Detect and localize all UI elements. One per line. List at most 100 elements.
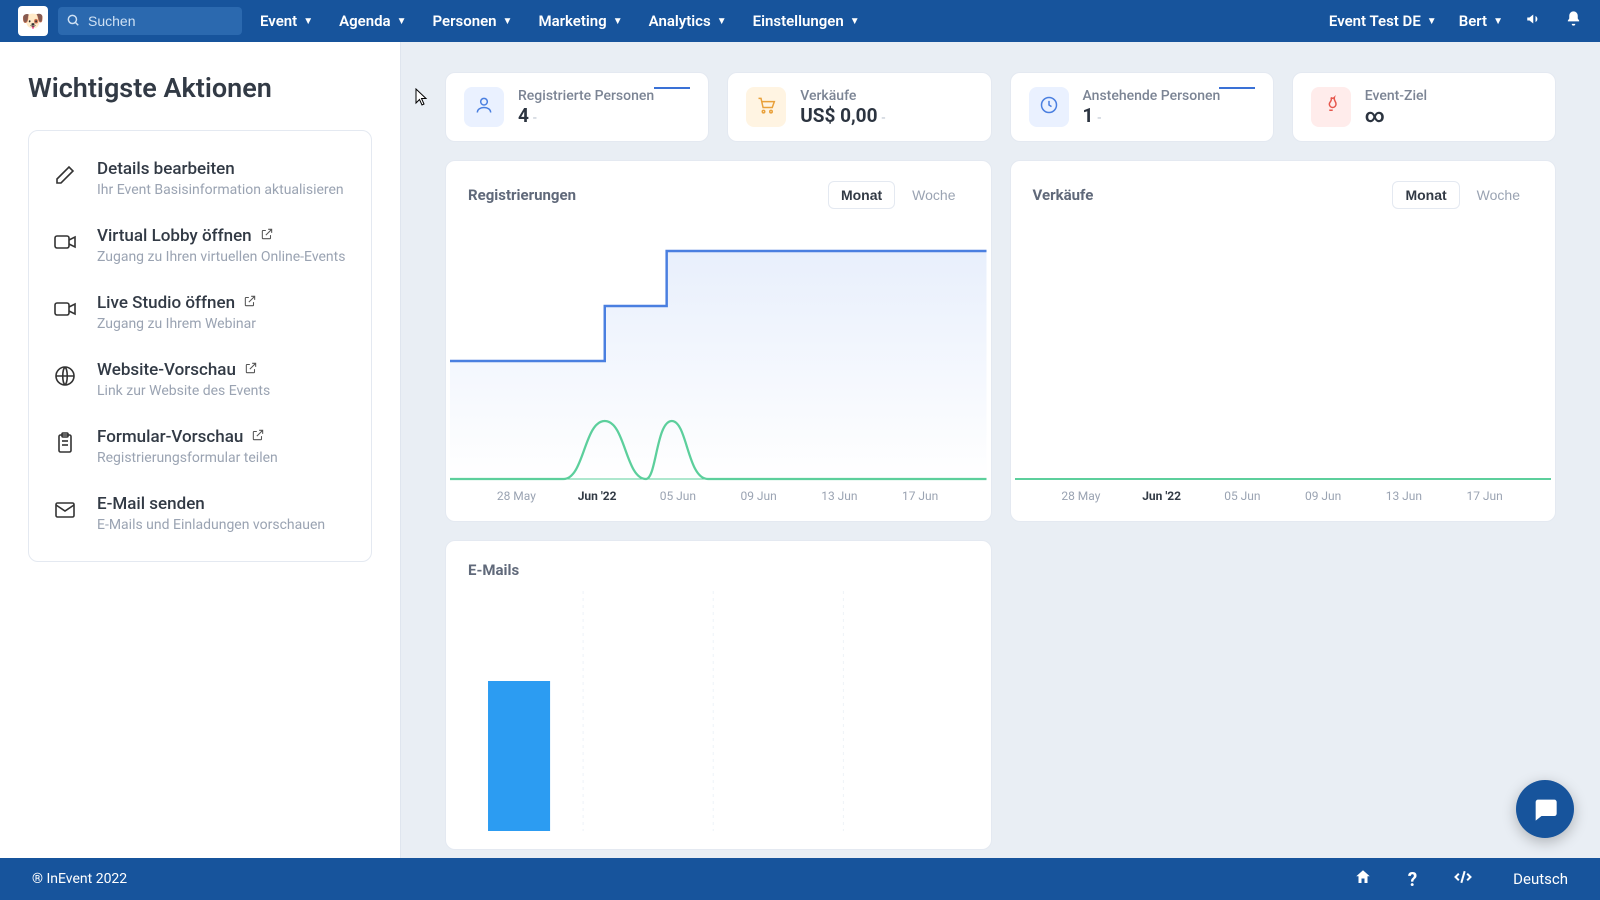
sales-chart-card: Verkäufe Monat Woche 28 MayJun '2205 Jun… (1010, 160, 1557, 522)
stat-body: Registrierte Personen 4- (518, 88, 690, 127)
search-input[interactable] (58, 7, 242, 35)
action-item[interactable]: Virtual Lobby öffnen Zugang zu Ihren vir… (47, 212, 353, 279)
range-toggle: Monat Woche (1392, 181, 1533, 209)
stats-row: Registrierte Personen 4- Verkäufe US$ 0,… (445, 72, 1556, 142)
chevron-down-icon: ▼ (397, 16, 407, 27)
action-text: Virtual Lobby öffnen Zugang zu Ihren vir… (97, 226, 345, 265)
clock-icon (1029, 87, 1069, 127)
xaxis-label: 09 Jun (718, 489, 799, 503)
nav-event[interactable]: Event▼ (260, 12, 313, 30)
topbar: 🐶 Event▼ Agenda▼ Personen▼ Marketing▼ An… (0, 0, 1600, 42)
chart-xaxis: 28 MayJun '2205 Jun09 Jun13 Jun17 Jun (446, 481, 991, 503)
help-icon[interactable]: ? (1408, 868, 1417, 891)
nav-agenda[interactable]: Agenda▼ (339, 12, 406, 30)
chevron-down-icon: ▼ (850, 16, 860, 27)
chevron-down-icon: ▼ (303, 16, 313, 27)
external-link-icon (251, 427, 265, 447)
toggle-week[interactable]: Woche (899, 181, 968, 209)
flame-icon (1311, 87, 1351, 127)
action-item[interactable]: E-Mail senden E-Mails und Einladungen vo… (47, 480, 353, 547)
home-icon[interactable] (1354, 868, 1372, 891)
language-selector[interactable]: Deutsch (1513, 870, 1568, 888)
stat-value: 4- (518, 104, 690, 127)
user-icon (464, 87, 504, 127)
chevron-down-icon: ▼ (613, 16, 623, 27)
topbar-right: Event Test DE▼ Bert▼ (1329, 10, 1582, 33)
stat-label: Verkäufe (800, 88, 972, 104)
main-nav: Event▼ Agenda▼ Personen▼ Marketing▼ Anal… (260, 12, 860, 30)
stat-label: Registrierte Personen (518, 88, 690, 104)
chart-title: Verkäufe (1033, 186, 1094, 204)
action-subtitle: E-Mails und Einladungen vorschauen (97, 517, 325, 533)
registrations-chart-card: Registrierungen Monat Woche 28 MayJun '2… (445, 160, 992, 522)
stat-value: 1- (1083, 104, 1255, 127)
stat-card[interactable]: Registrierte Personen 4- (445, 72, 709, 142)
mail-icon (51, 496, 79, 524)
action-subtitle: Zugang zu Ihren virtuellen Online-Events (97, 249, 345, 265)
actions-card: Details bearbeiten Ihr Event Basisinform… (28, 130, 372, 562)
megaphone-icon[interactable] (1525, 10, 1543, 33)
stat-value: ∞ (1365, 104, 1537, 127)
event-selector[interactable]: Event Test DE▼ (1329, 12, 1437, 30)
chart-body (446, 221, 991, 481)
footer: ® InEvent 2022 ? Deutsch (0, 858, 1600, 900)
toggle-week[interactable]: Woche (1464, 181, 1533, 209)
action-item[interactable]: Live Studio öffnen Zugang zu Ihrem Webin… (47, 279, 353, 346)
main-content: Registrierte Personen 4- Verkäufe US$ 0,… (400, 42, 1600, 858)
chevron-down-icon: ▼ (717, 16, 727, 27)
action-subtitle: Registrierungsformular teilen (97, 450, 278, 466)
action-item[interactable]: Details bearbeiten Ihr Event Basisinform… (47, 145, 353, 212)
nav-marketing[interactable]: Marketing▼ (538, 12, 622, 30)
copyright: ® InEvent 2022 (32, 871, 127, 887)
action-text: Details bearbeiten Ihr Event Basisinform… (97, 159, 344, 198)
charts-row: Registrierungen Monat Woche 28 MayJun '2… (445, 160, 1556, 522)
action-item[interactable]: Website-Vorschau Link zur Website des Ev… (47, 346, 353, 413)
toggle-month[interactable]: Monat (828, 181, 895, 209)
stat-label: Anstehende Personen (1083, 88, 1255, 104)
nav-einstellungen[interactable]: Einstellungen▼ (753, 12, 860, 30)
action-title: Website-Vorschau (97, 360, 270, 380)
action-title: E-Mail senden (97, 494, 325, 514)
action-text: Formular-Vorschau Registrierungsformular… (97, 427, 278, 466)
action-title: Formular-Vorschau (97, 427, 278, 447)
sidebar: Wichtigste Aktionen Details bearbeiten I… (0, 42, 400, 858)
chart-title: Registrierungen (468, 186, 576, 204)
cart-icon (746, 87, 786, 127)
stat-body: Event-Ziel ∞ (1365, 88, 1537, 127)
action-title: Virtual Lobby öffnen (97, 226, 345, 246)
chat-launcher[interactable] (1516, 780, 1574, 838)
stat-card[interactable]: Anstehende Personen 1- (1010, 72, 1274, 142)
action-text: Live Studio öffnen Zugang zu Ihrem Webin… (97, 293, 257, 332)
sparkline (654, 87, 690, 89)
video-icon (51, 228, 79, 256)
video-icon (51, 295, 79, 323)
nav-analytics[interactable]: Analytics▼ (649, 12, 727, 30)
nav-personen[interactable]: Personen▼ (433, 12, 513, 30)
chevron-down-icon: ▼ (1427, 16, 1437, 27)
charts-row-2: E-Mails (445, 540, 1556, 850)
external-link-icon (260, 226, 274, 246)
bell-icon[interactable] (1565, 10, 1582, 32)
stat-label: Event-Ziel (1365, 88, 1537, 104)
chevron-down-icon: ▼ (503, 16, 513, 27)
xaxis-label: 13 Jun (799, 489, 880, 503)
globe-icon (51, 362, 79, 390)
clipboard-icon (51, 429, 79, 457)
action-item[interactable]: Formular-Vorschau Registrierungsformular… (47, 413, 353, 480)
xaxis-label: 05 Jun (1202, 489, 1283, 503)
sidebar-heading: Wichtigste Aktionen (28, 72, 372, 104)
stat-value: US$ 0,00- (800, 104, 972, 127)
xaxis-label: 05 Jun (638, 489, 719, 503)
search-icon (66, 13, 80, 31)
brand-logo[interactable]: 🐶 (18, 6, 48, 36)
footer-icons: ? (1354, 867, 1473, 892)
chevron-down-icon: ▼ (1493, 16, 1503, 27)
code-icon[interactable] (1453, 867, 1473, 892)
range-toggle: Monat Woche (828, 181, 969, 209)
stat-card[interactable]: Verkäufe US$ 0,00- (727, 72, 991, 142)
stat-card[interactable]: Event-Ziel ∞ (1292, 72, 1556, 142)
xaxis-label: Jun '22 (1121, 489, 1202, 503)
stat-body: Anstehende Personen 1- (1083, 88, 1255, 127)
user-menu[interactable]: Bert▼ (1459, 12, 1503, 30)
toggle-month[interactable]: Monat (1392, 181, 1459, 209)
